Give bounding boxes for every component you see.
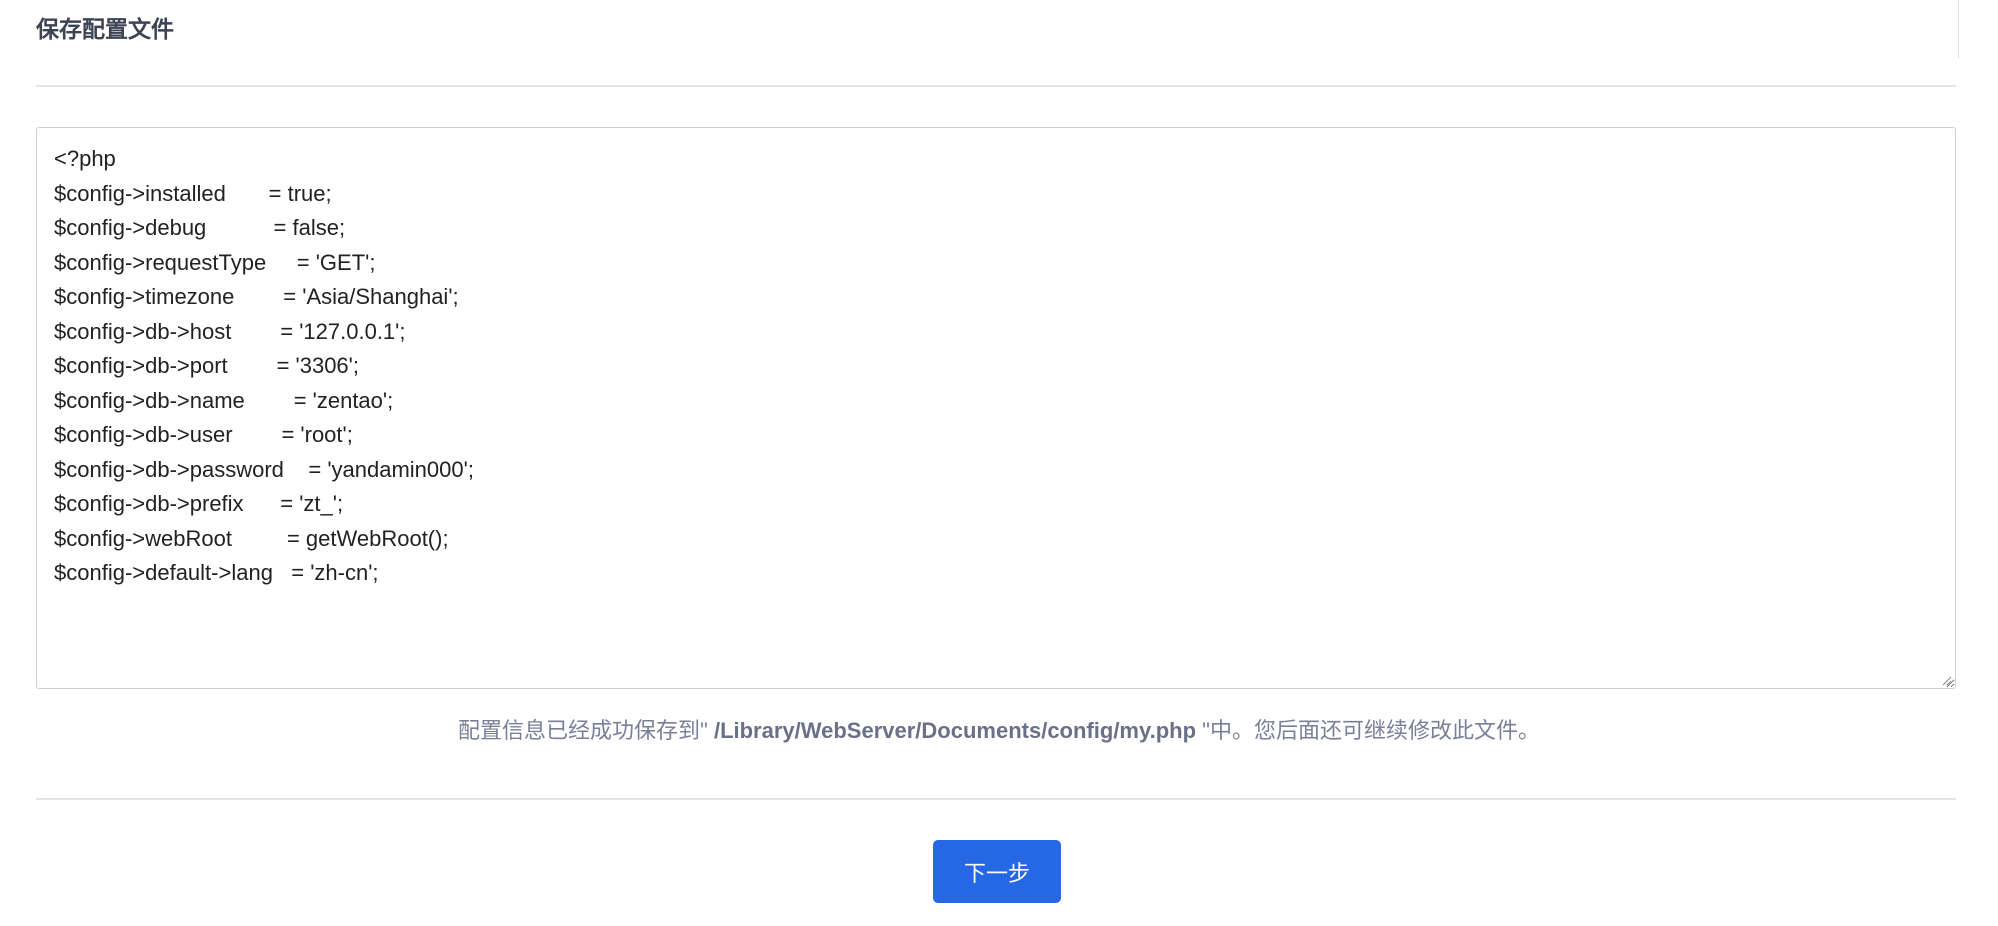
save-info-message: 配置信息已经成功保存到" /Library/WebServer/Document… — [0, 713, 1998, 745]
page-title: 保存配置文件 — [36, 16, 174, 42]
divider — [36, 798, 1956, 800]
config-textarea[interactable]: <?php $config->installed = true; $config… — [36, 127, 1956, 689]
next-step-button[interactable]: 下一步 — [933, 840, 1061, 903]
config-file-path: /Library/WebServer/Documents/config/my.p… — [713, 718, 1197, 743]
scrollbar-edge — [1958, 0, 1959, 58]
info-prefix: 配置信息已经成功保存到" — [458, 718, 714, 743]
divider — [36, 85, 1956, 87]
resize-grip-icon[interactable] — [1940, 674, 1952, 686]
info-suffix: "中。您后面还可继续修改此文件。 — [1196, 718, 1540, 743]
